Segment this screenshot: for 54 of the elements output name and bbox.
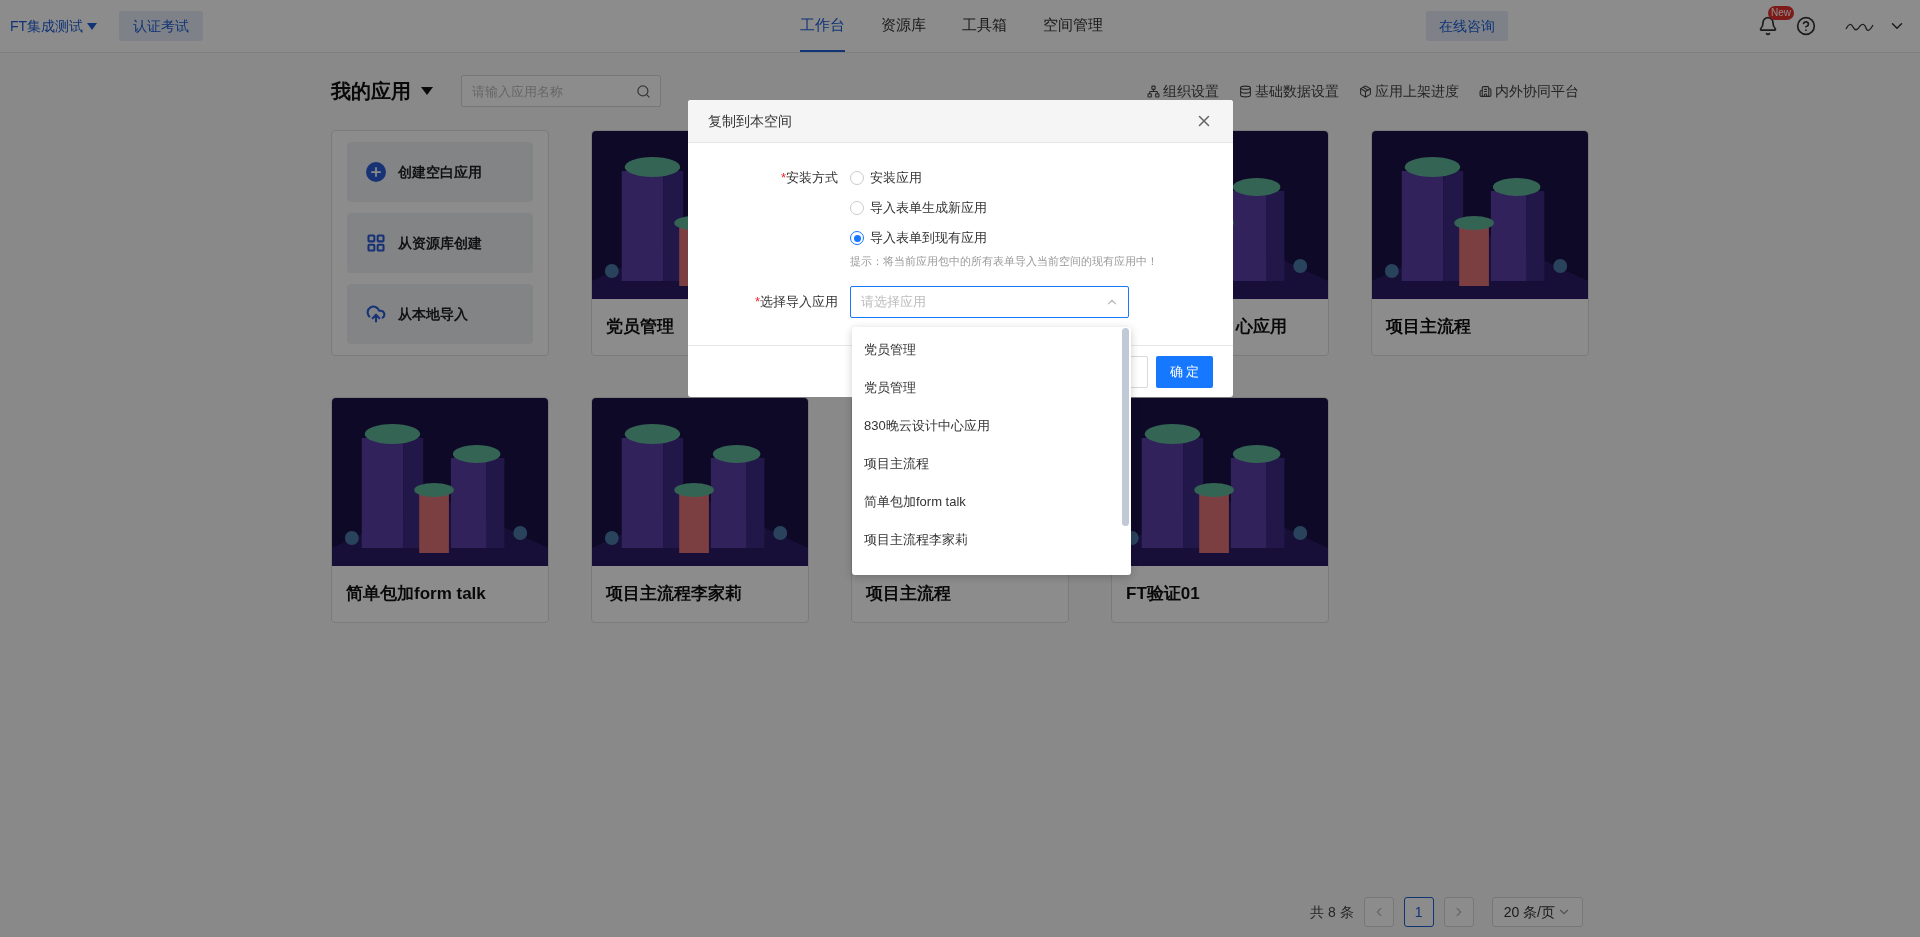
app-select[interactable]: 请选择应用	[850, 285, 1129, 318]
notification-icon[interactable]	[1758, 16, 1778, 36]
header-link[interactable]: 基础数据设置	[1239, 80, 1339, 102]
app-card[interactable]: FT验证01	[1111, 397, 1329, 623]
dropdown-option[interactable]: 党员管理	[852, 331, 1122, 369]
cert-exam-button[interactable]: 认证考试	[119, 11, 204, 41]
app-card[interactable]: 简单包加form talk	[331, 397, 549, 623]
nav-tab[interactable]: 工具箱	[962, 0, 1007, 52]
header-link[interactable]: 内外协同平台	[1479, 80, 1579, 102]
total-count: 共 8 条	[1310, 902, 1354, 922]
app-title: 心应用	[1236, 316, 1287, 339]
new-badge: New	[1768, 6, 1794, 20]
header-link[interactable]: 应用上架进度	[1359, 80, 1459, 102]
app-title: 项目主流程	[1386, 316, 1471, 339]
radio-option[interactable]: 导入表单到现有应用	[850, 228, 1158, 248]
workspace-dropdown[interactable]: FT集成测试	[10, 15, 98, 37]
confirm-button[interactable]: 确 定	[1156, 355, 1213, 388]
app-title: 项目主流程李家莉	[606, 583, 742, 606]
required-mark: *	[754, 293, 760, 309]
database-icon	[1239, 84, 1252, 98]
create-option[interactable]: 从本地导入	[347, 284, 533, 344]
radio-option[interactable]: 安装应用	[850, 168, 1158, 188]
field-label: 安装方式	[786, 170, 838, 185]
grid-icon	[366, 233, 386, 253]
create-option[interactable]: 从资源库创建	[347, 213, 533, 273]
page-button[interactable]: 1	[1403, 897, 1434, 927]
nav-tab[interactable]: 工作台	[800, 0, 845, 52]
field-label: 选择导入应用	[760, 293, 838, 309]
package-icon	[1359, 84, 1372, 98]
cloud-upload-icon	[366, 304, 386, 324]
caret-icon	[421, 87, 433, 95]
app-title: FT验证01	[1126, 583, 1200, 606]
scrollbar-thumb[interactable]	[1122, 328, 1129, 526]
hint-text: 提示：将当前应用包中的所有表单导入当前空间的现有应用中！	[850, 254, 1158, 269]
caret-icon	[87, 22, 98, 30]
header-link[interactable]: 组织设置	[1147, 80, 1219, 102]
app-title: 党员管理	[606, 316, 674, 339]
nav-tab[interactable]: 资源库	[881, 0, 926, 52]
radio-option[interactable]: 导入表单生成新应用	[850, 198, 1158, 218]
consult-button[interactable]: 在线咨询	[1426, 11, 1508, 41]
dialog-title: 复制到本空间	[708, 111, 792, 131]
nav-tab[interactable]: 空间管理	[1043, 0, 1103, 52]
search-icon	[636, 83, 651, 99]
create-option[interactable]: 创建空白应用	[347, 142, 533, 202]
app-card[interactable]: 项目主流程	[1371, 130, 1589, 356]
app-title: 项目主流程	[866, 583, 951, 606]
my-apps-dropdown[interactable]: 我的应用	[331, 76, 433, 106]
org-chart-icon	[1147, 84, 1160, 98]
required-mark: *	[780, 170, 786, 185]
help-icon[interactable]	[1796, 16, 1816, 36]
app-title: 简单包加form talk	[346, 583, 486, 606]
building-icon	[1479, 84, 1492, 98]
app-card[interactable]: 项目主流程李家莉	[591, 397, 809, 623]
page-size-select[interactable]: 20 条/页	[1491, 897, 1583, 927]
